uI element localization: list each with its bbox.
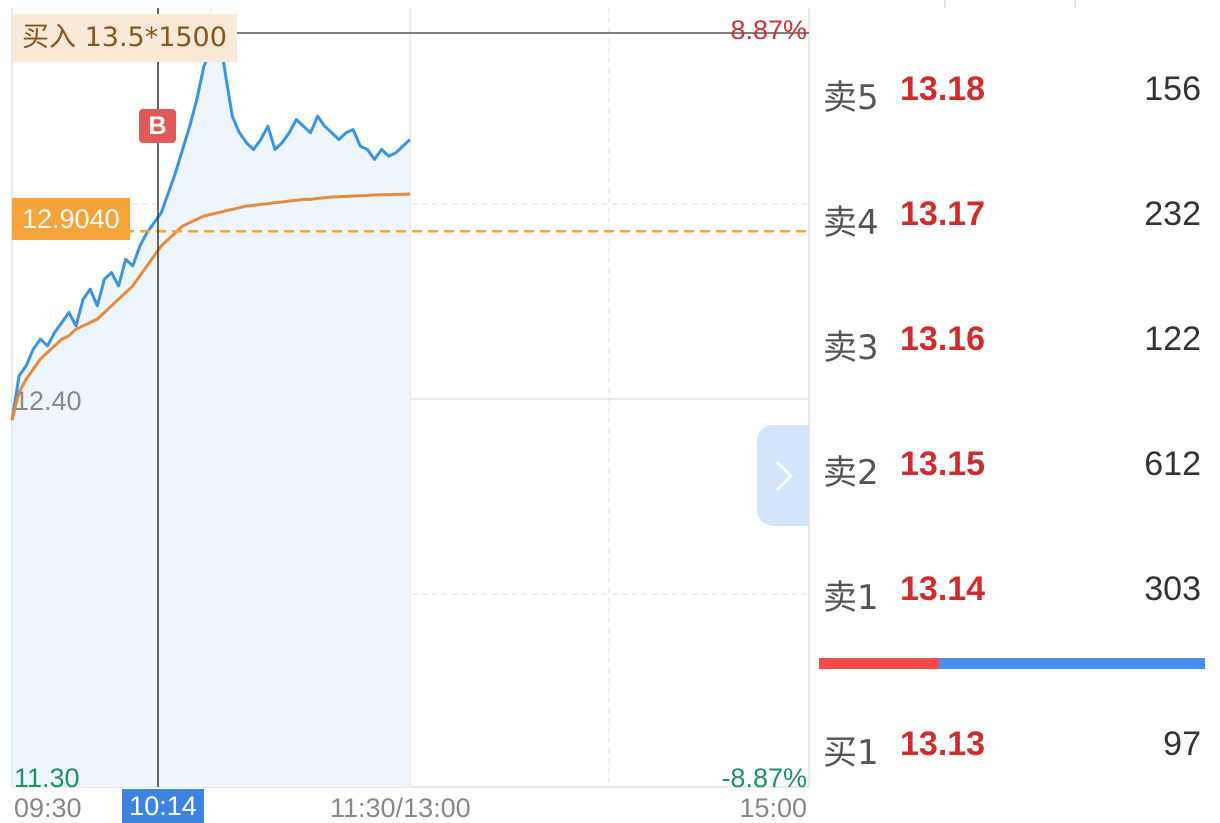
order-level: 卖2 [823,453,879,493]
expand-button[interactable] [757,425,809,526]
order-volume: 612 [1144,445,1201,483]
sell-ratio-fill [938,658,1205,669]
order-level: 买1 [823,733,879,773]
order-price: 13.15 [900,445,986,483]
buy-ratio-fill [819,658,939,669]
order-book-row[interactable]: 卖4 13.17 232 [815,183,1205,243]
order-level: 卖4 [823,203,879,243]
order-book-row[interactable]: 卖5 13.18 156 [815,58,1205,118]
order-price: 13.18 [900,70,986,108]
order-volume: 122 [1144,320,1201,358]
top-change-label: 8.87% [730,15,807,45]
cursor-time-tag: 10:14 [122,789,204,823]
order-volume: 303 [1144,570,1201,608]
order-volume: 156 [1144,70,1201,108]
order-volume: 232 [1144,195,1201,233]
time-close-label: 15:00 [739,793,807,823]
intraday-chart[interactable]: 买入 13.5*1500 8.87% B 12.9040 12.40 11.30… [0,0,815,823]
order-price: 13.13 [900,725,986,763]
order-price: 13.16 [900,320,986,358]
order-level: 卖1 [823,578,879,618]
time-open-label: 09:30 [14,793,82,823]
bottom-change-label: -8.87% [721,763,807,793]
buy-sell-ratio-bar [819,658,1205,669]
order-book-row[interactable]: 卖3 13.16 122 [815,308,1205,368]
low-price-label: 11.30 [14,763,80,793]
chart-canvas [10,8,810,788]
buy-point-marker[interactable]: B [139,109,176,143]
avg-price-tag: 12.9040 [12,198,130,240]
time-midday-label: 11:30/13:00 [330,793,471,823]
order-book-panel: 卖5 13.18 156 卖4 13.17 232 卖3 13.16 122 卖… [815,0,1220,823]
order-price: 13.14 [900,570,986,608]
order-book-row[interactable]: 买1 13.13 97 [815,713,1205,773]
order-book-header-dividers [944,0,1076,8]
order-price: 13.17 [900,195,986,233]
mid-price-label: 12.40 [14,386,82,416]
order-level: 卖3 [823,328,879,368]
chevron-right-icon [775,460,794,492]
order-book-row[interactable]: 卖2 13.15 612 [815,433,1205,493]
buy-order-tag[interactable]: 买入 13.5*1500 [12,14,237,62]
order-level: 卖5 [823,78,879,118]
order-book-row[interactable]: 卖1 13.14 303 [815,558,1205,618]
order-volume: 97 [1163,725,1201,763]
